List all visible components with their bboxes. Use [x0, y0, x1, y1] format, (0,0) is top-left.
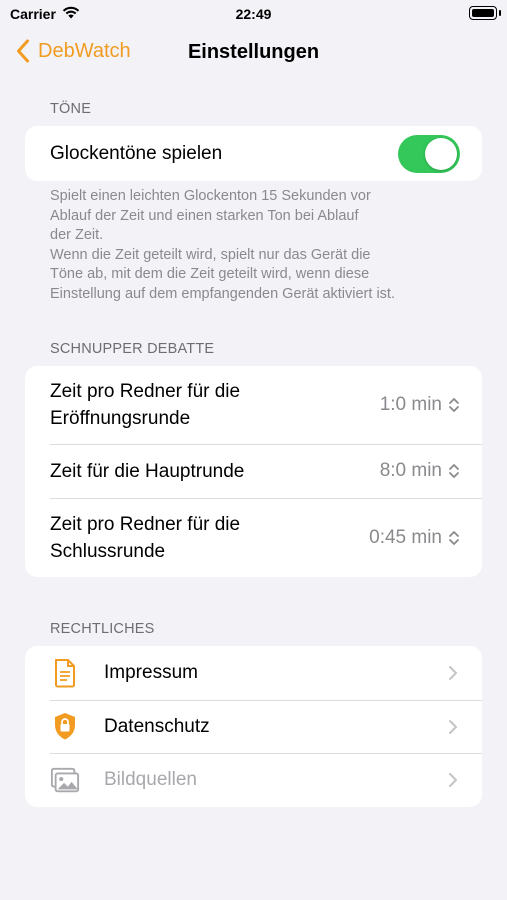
row-label-line: Schlussrunde [50, 540, 166, 562]
battery-icon [469, 6, 497, 20]
footer-line: der Zeit. [50, 227, 104, 243]
row-label-line: Zeit pro Redner für die [50, 513, 241, 535]
section-header-debate: SCHNUPPER DEBATTE [50, 341, 215, 357]
lock-shield-icon [50, 711, 80, 741]
battery-tip [499, 10, 501, 16]
time-value: 0:45 min [369, 526, 442, 548]
clock: 22:49 [235, 6, 272, 22]
time-picker[interactable]: 8:0 min [380, 460, 460, 482]
time-picker[interactable]: 0:45 min [369, 527, 460, 549]
footer-line: Einstellung auf dem empfangenden Gerät a… [50, 285, 395, 302]
footer-line: Töne ab, mit dem die Zeit geteilt wird, … [50, 266, 370, 282]
page-title: Einstellungen [187, 41, 320, 63]
row-label: Zeit für die Hauptrunde [25, 458, 244, 485]
legal-item-label: Impressum [104, 662, 198, 683]
debate-row-closing[interactable]: Zeit pro Redner für die Schlussrunde 0:4… [25, 498, 482, 577]
toggle-knob [425, 138, 457, 170]
section-header-sounds: TÖNE [50, 101, 92, 117]
debate-group: Zeit pro Redner für die Eröffnungsrunde … [25, 366, 482, 577]
time-value: 8:0 min [379, 460, 442, 481]
footer-line: Wenn die Zeit geteilt wird, spielt nur d… [50, 246, 371, 263]
document-icon [50, 658, 80, 688]
sounds-footer: Spielt einen leichten Glockenton 15 Seku… [50, 187, 460, 304]
chevron-right-icon [449, 666, 457, 680]
time-picker[interactable]: 1:0 min [380, 394, 460, 416]
legal-row-bildquellen[interactable]: Bildquellen [25, 753, 482, 807]
legal-group: Impressum Datenschutz Bildquellen [25, 646, 482, 807]
row-label-line: Zeit für die Hauptrunde [50, 460, 245, 482]
row-label: Zeit pro Redner für die Schlussrunde [25, 511, 240, 565]
sounds-group: Glockentöne spielen [25, 126, 482, 181]
legal-item-label: Datenschutz [104, 715, 210, 737]
footer-line: Spielt einen leichten Glockenton 15 Seku… [50, 188, 371, 204]
row-label: Zeit pro Redner für die Eröffnungsrunde [25, 378, 240, 432]
legal-item-label: Bildquellen [104, 769, 197, 790]
time-value: 1:0 min [379, 394, 442, 415]
toggle-label: Glockentöne spielen [50, 143, 223, 164]
row-label-line: Eröffnungsrunde [50, 408, 191, 429]
chevron-right-icon [449, 773, 457, 787]
toggle-row-chimes: Glockentöne spielen [25, 126, 482, 181]
legal-row-impressum[interactable]: Impressum [25, 646, 482, 700]
chimes-toggle[interactable] [398, 135, 460, 173]
chevron-up-down-icon [449, 398, 459, 412]
status-bar: Carrier 22:49 [0, 0, 507, 30]
chevron-up-down-icon [449, 530, 459, 545]
debate-row-main[interactable]: Zeit für die Hauptrunde 8:0 min [25, 444, 482, 498]
section-header-legal: RECHTLICHES [50, 621, 155, 637]
row-label-line: Zeit pro Redner für die [50, 381, 241, 402]
chevron-up-down-icon [449, 464, 459, 478]
debate-row-opening[interactable]: Zeit pro Redner für die Eröffnungsrunde … [25, 366, 482, 444]
navigation-bar: DebWatch Einstellungen [0, 30, 507, 74]
legal-row-datenschutz[interactable]: Datenschutz [25, 700, 482, 753]
footer-line: Ablauf der Zeit und einen starken Ton be… [50, 207, 359, 224]
photos-icon [50, 765, 80, 795]
chevron-right-icon [449, 719, 457, 734]
